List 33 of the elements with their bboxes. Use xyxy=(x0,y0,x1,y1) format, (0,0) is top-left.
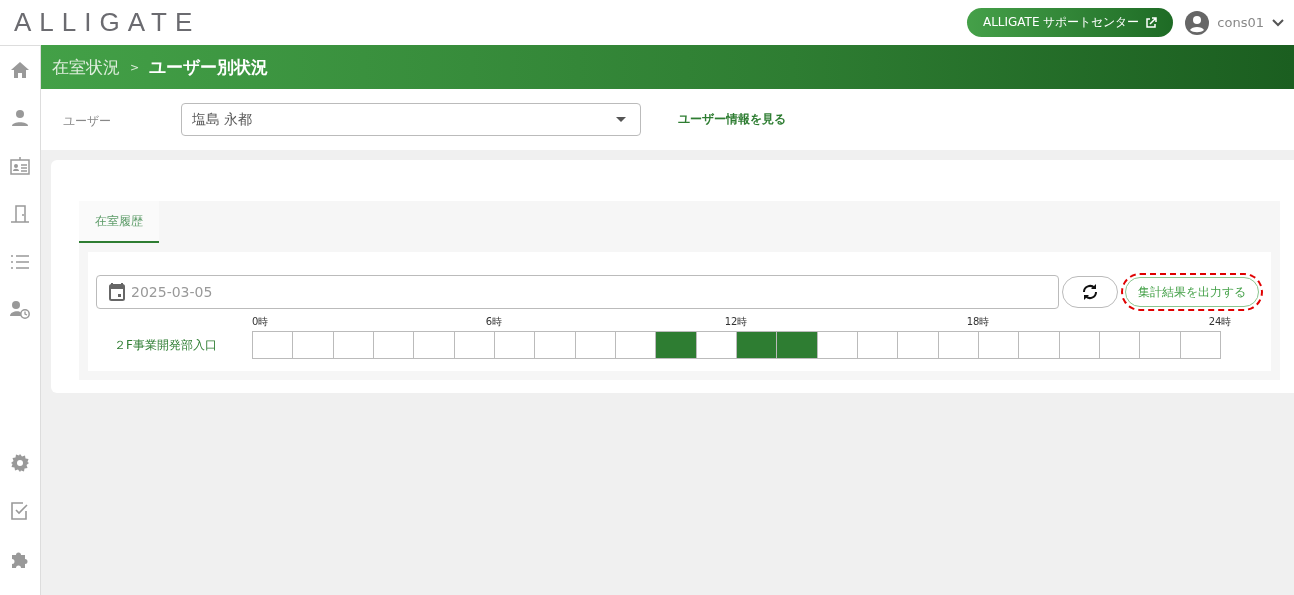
logo: ALLIGATE xyxy=(14,7,201,38)
checkbox-icon xyxy=(11,502,29,520)
breadcrumb-separator: > xyxy=(130,60,140,74)
hour-tick-label: 0時 xyxy=(252,315,269,329)
hour-tick-label: 6時 xyxy=(485,315,503,329)
user-select[interactable]: 塩島 永都 xyxy=(181,103,641,136)
settings-icon xyxy=(11,454,29,472)
support-center-button[interactable]: ALLIGATE サポートセンター xyxy=(966,8,1174,37)
user-info-link[interactable]: ユーザー情報を見る xyxy=(678,111,786,128)
dropdown-caret-icon xyxy=(616,117,626,122)
hour-tick-label: 24時 xyxy=(1208,315,1232,329)
person-icon xyxy=(12,110,28,126)
id-card-icon xyxy=(10,157,30,175)
door-name: ２F事業開発部入口 xyxy=(113,336,218,354)
user-avatar-icon[interactable] xyxy=(1185,10,1210,35)
external-link-icon xyxy=(1145,16,1158,29)
hour-tick-label: 12時 xyxy=(724,315,748,329)
chevron-down-icon[interactable] xyxy=(1272,18,1284,27)
list-icon xyxy=(11,255,29,269)
date-field[interactable]: 2025-03-05 xyxy=(96,275,1059,309)
calendar-icon xyxy=(109,283,125,301)
person-clock-icon xyxy=(10,301,30,319)
user-label: ユーザー xyxy=(62,113,112,130)
puzzle-icon xyxy=(11,550,29,568)
hour-tick-label: 18時 xyxy=(966,315,990,329)
door-icon xyxy=(11,205,29,223)
page-title: ユーザー別状況 xyxy=(149,55,269,79)
refresh-button[interactable] xyxy=(1062,276,1118,308)
breadcrumb-link[interactable]: 在室状況 xyxy=(52,55,120,79)
home-icon xyxy=(11,62,29,78)
tab[interactable]: 在室履歴 xyxy=(79,201,159,243)
refresh-icon xyxy=(1081,283,1099,301)
user-name[interactable]: cons01 xyxy=(1217,15,1264,30)
